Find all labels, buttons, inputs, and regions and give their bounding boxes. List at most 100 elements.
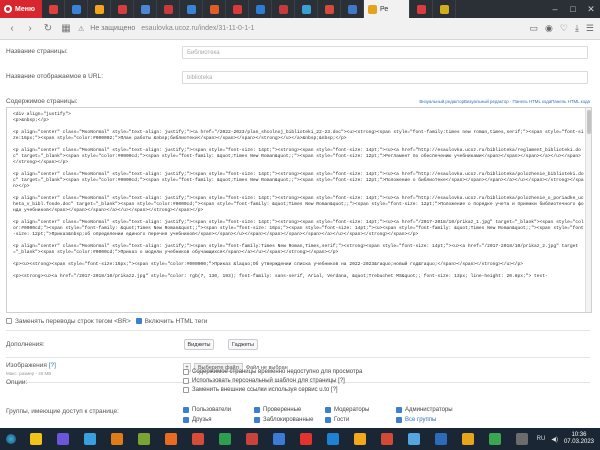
group-option[interactable]: Заблокированные (254, 417, 325, 423)
group-option[interactable]: Все группы (396, 417, 467, 423)
taskbar-app-icon[interactable] (319, 428, 346, 450)
vpn-icon[interactable]: ▭ (529, 23, 538, 34)
taskbar-app-icon[interactable] (508, 428, 535, 450)
editor-mode-links[interactable]: Визуальный редакторВизуальный редактор ·… (419, 99, 590, 104)
taskbar-app-icon[interactable] (346, 428, 373, 450)
opera-menu-button[interactable]: Меню (0, 0, 42, 18)
group-option[interactable]: Проверенные (254, 407, 325, 413)
option-row[interactable]: Заменить внешние ссылки используя сервис… (183, 385, 362, 394)
active-browser-tab[interactable]: Ре (364, 0, 410, 18)
url-name-input[interactable]: biblioteka (182, 71, 588, 84)
group-option[interactable]: Друзья (183, 417, 254, 423)
clock[interactable]: 10:36 07.03.2023 (564, 432, 594, 446)
settings-icon[interactable]: ☰ (586, 23, 594, 34)
group-option[interactable]: Пользователи (183, 407, 254, 413)
group-checkbox[interactable] (396, 407, 402, 413)
browser-tab[interactable] (410, 0, 433, 18)
browser-tab[interactable] (433, 0, 456, 18)
download-icon[interactable]: ⤓ (575, 23, 579, 34)
taskbar-app-icon[interactable] (211, 428, 238, 450)
group-checkbox[interactable] (183, 417, 189, 423)
br-checkbox[interactable] (6, 318, 12, 325)
group-checkbox[interactable] (325, 407, 331, 413)
page-name-input[interactable]: Библиотека (182, 46, 588, 59)
group-label: Пользователи (192, 407, 232, 413)
minimize-icon[interactable]: – (546, 0, 564, 18)
scrollbar-thumb[interactable] (587, 110, 591, 134)
group-checkbox[interactable] (254, 407, 260, 413)
language-indicator[interactable]: RU (537, 436, 546, 442)
taskbar-app-icon[interactable] (481, 428, 508, 450)
browser-tab[interactable] (42, 0, 65, 18)
editor-code[interactable]: <div align="justify"> <p>&nbsp;</p> <p a… (13, 112, 585, 280)
browser-tab[interactable] (180, 0, 203, 18)
taskbar-app-icon[interactable] (76, 428, 103, 450)
tab-strip: Ре (42, 0, 546, 18)
close-icon[interactable]: ✕ (582, 0, 600, 18)
option-checkbox[interactable] (183, 368, 189, 375)
address-bar[interactable]: ⚠ Не защищено esaulovka.ucoz.ru/index/31… (78, 21, 523, 37)
html-code-editor[interactable]: <div align="justify"> <p>&nbsp;</p> <p a… (6, 107, 592, 313)
browser-tab-bar: Меню Ре – □ ✕ (0, 0, 600, 18)
tab-favicon-icon (301, 4, 311, 14)
option-checkbox[interactable] (183, 377, 189, 384)
tab-favicon-icon (416, 4, 426, 14)
group-checkbox[interactable] (183, 407, 189, 413)
group-label: Гости (334, 417, 350, 423)
taskbar-app-icon[interactable] (103, 428, 130, 450)
groups-label: Группы, имеющие доступ к странице: (6, 408, 119, 415)
group-option[interactable]: Модераторы (325, 407, 396, 413)
volume-icon[interactable]: ◀) (551, 436, 558, 443)
taskbar-app-icon[interactable] (292, 428, 319, 450)
option-row[interactable]: Содержимое страницы временно недоступно … (183, 367, 362, 376)
browser-tab[interactable] (203, 0, 226, 18)
editor-scrollbar[interactable] (585, 108, 591, 312)
taskbar-app-icon[interactable] (184, 428, 211, 450)
app-icon (407, 433, 420, 445)
taskbar-app-icon[interactable] (400, 428, 427, 450)
browser-tab[interactable] (88, 0, 111, 18)
html-tags-checkbox[interactable] (135, 318, 142, 325)
reload-icon[interactable]: ↻ (42, 23, 54, 34)
maximize-icon[interactable]: □ (564, 0, 582, 18)
group-checkbox[interactable] (254, 417, 260, 423)
group-option[interactable]: Администраторы (396, 407, 467, 413)
taskbar-app-icon[interactable] (265, 428, 292, 450)
back-icon[interactable]: ‹ (6, 23, 18, 34)
browser-tab[interactable] (134, 0, 157, 18)
heart-icon[interactable]: ♡ (560, 23, 568, 34)
browser-tab[interactable] (157, 0, 180, 18)
taskbar-app-icon[interactable] (49, 428, 76, 450)
camera-icon[interactable]: ◉ (545, 23, 553, 34)
group-checkbox[interactable] (396, 417, 402, 423)
taskbar-app-icon[interactable] (427, 428, 454, 450)
start-button[interactable] (0, 428, 22, 450)
taskbar-app-icon[interactable] (373, 428, 400, 450)
url-text[interactable]: esaulovka.ucoz.ru/index/31-11-0-1-1 (141, 25, 254, 32)
taskbar-app-icon[interactable] (130, 428, 157, 450)
taskbar-app-icon[interactable] (22, 428, 49, 450)
browser-tab[interactable] (65, 0, 88, 18)
widgets-button[interactable]: Виджеты (184, 339, 214, 350)
group-checkbox[interactable] (325, 417, 331, 423)
tab-favicon-icon (209, 4, 219, 14)
browser-tab[interactable] (111, 0, 134, 18)
browser-tab[interactable] (272, 0, 295, 18)
forward-icon[interactable]: › (24, 23, 36, 34)
url-name-label: Название отображаемое в URL: (6, 73, 103, 80)
images-help-link[interactable]: [?] (49, 362, 56, 369)
taskbar-app-icon[interactable] (157, 428, 184, 450)
browser-tab[interactable] (249, 0, 272, 18)
taskbar-app-icon[interactable] (454, 428, 481, 450)
taskbar-app-icon[interactable] (238, 428, 265, 450)
option-row[interactable]: Использовать персональный шаблон для стр… (183, 376, 362, 385)
browser-tab[interactable] (295, 0, 318, 18)
tabs-grid-icon[interactable]: ▦ (60, 23, 72, 34)
br-toggle-row[interactable]: Заменять переводы строк тегом <BR> Включ… (6, 318, 207, 325)
option-checkbox[interactable] (183, 386, 189, 393)
group-option[interactable]: Гости (325, 417, 396, 423)
browser-tab[interactable] (226, 0, 249, 18)
browser-tab[interactable] (318, 0, 341, 18)
gadgets-button[interactable]: Гаджеты (228, 339, 258, 350)
browser-tab[interactable] (341, 0, 364, 18)
